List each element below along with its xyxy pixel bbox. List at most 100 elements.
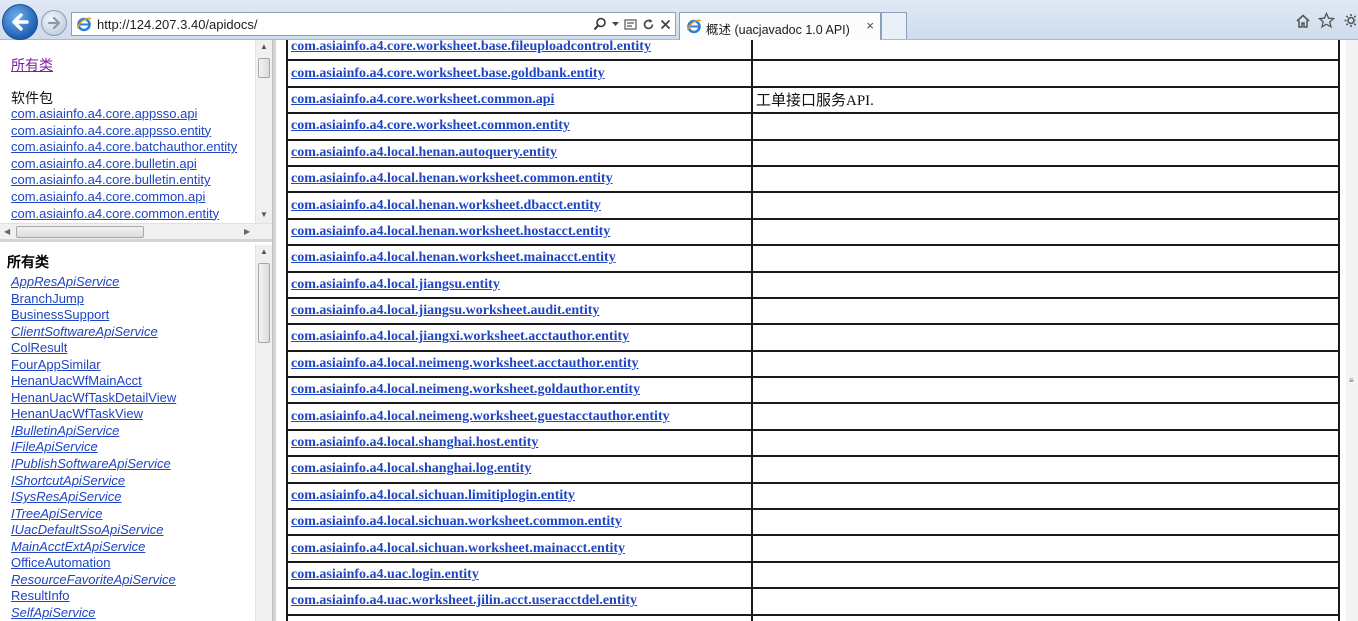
package-name-cell: com.asiainfo.a4.local.henan.worksheet.ho… (286, 217, 753, 247)
package-link[interactable]: com.asiainfo.a4.core.batchauthor.entity (11, 139, 255, 156)
package-link[interactable]: com.asiainfo.a4.local.henan.autoquery.en… (291, 145, 557, 160)
class-link[interactable]: HenanUacWfMainAcct (11, 373, 255, 390)
package-link[interactable]: com.asiainfo.a4.local.jiangxi.worksheet.… (291, 329, 629, 344)
class-link[interactable]: ITreeApiService (11, 506, 255, 523)
class-frame-vertical-scrollbar[interactable]: ▲ (255, 245, 272, 621)
package-link[interactable]: com.asiainfo.a4.local.henan.worksheet.ma… (291, 250, 616, 265)
table-row: com.asiainfo.a4.local.jiangsu.worksheet.… (286, 296, 1340, 326)
class-link[interactable]: ISysResApiService (11, 489, 255, 506)
package-link[interactable]: com.asiainfo.a4.core.bulletin.entity (11, 172, 255, 189)
class-link[interactable]: IFileApiService (11, 439, 255, 456)
main-frame-vertical-scrollbar[interactable]: ≡ (1346, 40, 1358, 621)
scroll-right-arrow-icon[interactable]: ▶ (244, 227, 250, 236)
close-tab-icon[interactable]: × (866, 18, 874, 33)
table-row: com.asiainfo.a4.local.henan.worksheet.co… (286, 164, 1340, 194)
class-link[interactable]: IBulletinApiService (11, 423, 255, 440)
package-link[interactable]: com.asiainfo.a4.local.neimeng.worksheet.… (291, 382, 640, 397)
scrollbar-thumb[interactable] (16, 226, 144, 238)
class-link[interactable]: SelfApiService (11, 605, 255, 621)
package-link[interactable]: com.asiainfo.a4.core.worksheet.base.gold… (291, 66, 605, 81)
class-link[interactable]: FourAppSimilar (11, 357, 255, 374)
package-description-cell: 工单接口服务API. (751, 85, 1340, 115)
class-link[interactable]: AppResApiService (11, 274, 255, 291)
scrollbar-thumb[interactable] (258, 263, 270, 343)
address-url[interactable]: http://124.207.3.40/apidocs/ (97, 17, 257, 32)
class-link[interactable]: HenanUacWfTaskDetailView (11, 390, 255, 407)
forward-button[interactable] (41, 10, 67, 36)
package-name-cell: com.asiainfo.a4.core.worksheet.common.en… (286, 112, 753, 141)
table-row: com.asiainfo.a4.core.worksheet.common.en… (286, 112, 1340, 141)
tab-overview[interactable]: 概述 (uacjavadoc 1.0 API) × (679, 12, 881, 40)
table-row: com.asiainfo.a4.local.henan.worksheet.ma… (286, 244, 1340, 273)
class-link[interactable]: ResourceFavoriteApiService (11, 572, 255, 589)
package-link[interactable]: com.asiainfo.a4.uac.login.entity (291, 567, 479, 582)
class-link[interactable]: IPublishSoftwareApiService (11, 456, 255, 473)
settings-gear-icon[interactable] (1342, 12, 1356, 29)
new-tab-button[interactable] (881, 12, 907, 39)
refresh-icon[interactable] (642, 18, 655, 31)
package-link[interactable]: com.asiainfo.a4.core.worksheet.common.ap… (291, 92, 554, 107)
class-link[interactable]: BusinessSupport (11, 307, 255, 324)
address-bar[interactable]: http://124.207.3.40/apidocs/ (71, 12, 676, 36)
package-link[interactable]: com.asiainfo.a4.core.common.api (11, 189, 255, 206)
package-link[interactable]: com.asiainfo.a4.local.sichuan.limitiplog… (291, 488, 575, 503)
package-name-cell: com.asiainfo.a4.uac.login.entity (286, 560, 753, 590)
ie-icon (76, 17, 92, 32)
search-icon[interactable] (593, 17, 607, 31)
package-description-cell (751, 244, 1340, 273)
all-classes-link[interactable]: 所有类 (11, 55, 53, 75)
package-link[interactable]: com.asiainfo.a4.local.jiangsu.entity (291, 277, 500, 292)
class-link[interactable]: ResultInfo (11, 588, 255, 605)
package-link[interactable]: com.asiainfo.a4.core.appsso.entity (11, 123, 255, 140)
package-link[interactable]: com.asiainfo.a4.core.worksheet.base.file… (291, 40, 651, 54)
dropdown-arrow-icon[interactable] (612, 19, 619, 29)
package-link[interactable]: com.asiainfo.a4.core.appsso.api (11, 106, 255, 123)
package-link[interactable]: com.asiainfo.a4.core.bulletin.api (11, 156, 255, 173)
package-name-cell: com.asiainfo.a4.local.neimeng.worksheet.… (286, 402, 753, 431)
package-name-cell: com.asiainfo.a4.core.worksheet.base.gold… (286, 59, 753, 88)
scroll-down-arrow-icon[interactable]: ▼ (260, 210, 268, 219)
scroll-left-arrow-icon[interactable]: ◀ (4, 227, 10, 236)
scroll-up-arrow-icon[interactable]: ▲ (260, 42, 268, 51)
table-row: com.asiainfo.a4.local.henan.worksheet.db… (286, 191, 1340, 220)
compatibility-view-icon[interactable] (624, 18, 637, 31)
package-frame-horizontal-scrollbar[interactable]: ◀ ▶ (0, 223, 272, 239)
home-icon[interactable] (1295, 13, 1311, 29)
package-link[interactable]: com.asiainfo.a4.core.common.entity (11, 206, 255, 223)
scroll-up-arrow-icon[interactable]: ▲ (260, 247, 268, 256)
package-link[interactable]: com.asiainfo.a4.local.sichuan.worksheet.… (291, 514, 622, 529)
package-name-cell: com.asiainfo.a4.local.jiangxi.worksheet.… (286, 323, 753, 352)
table-row: com.asiainfo.a4.uac.worksheet.jilin.acct… (286, 587, 1340, 616)
package-link[interactable]: com.asiainfo.a4.local.henan.worksheet.co… (291, 171, 613, 186)
stop-icon[interactable] (660, 19, 671, 30)
package-link[interactable]: com.asiainfo.a4.uac.worksheet.jilin.acct… (291, 593, 637, 608)
package-link[interactable]: com.asiainfo.a4.local.henan.worksheet.ho… (291, 224, 610, 239)
package-link[interactable]: com.asiainfo.a4.local.henan.worksheet.db… (291, 198, 601, 213)
package-link[interactable]: com.asiainfo.a4.core.worksheet.common.en… (291, 118, 570, 133)
class-link[interactable]: OfficeAutomation (11, 555, 255, 572)
back-button[interactable] (2, 4, 38, 40)
package-link[interactable]: com.asiainfo.a4.local.sichuan.worksheet.… (291, 541, 625, 556)
address-controls (593, 15, 671, 33)
package-link[interactable]: com.asiainfo.a4.local.shanghai.log.entit… (291, 461, 531, 476)
class-link[interactable]: HenanUacWfTaskView (11, 406, 255, 423)
package-link[interactable]: com.asiainfo.a4.local.jiangsu.worksheet.… (291, 303, 599, 318)
class-link[interactable]: ColResult (11, 340, 255, 357)
package-link[interactable]: com.asiainfo.a4.local.shanghai.host.enti… (291, 435, 538, 450)
scrollbar-grip-icon[interactable]: ≡ (1349, 376, 1354, 385)
package-link[interactable]: com.asiainfo.a4.local.neimeng.worksheet.… (291, 409, 670, 424)
scrollbar-thumb[interactable] (258, 58, 270, 78)
favorites-star-icon[interactable] (1318, 12, 1335, 29)
class-link[interactable]: IUacDefaultSsoApiService (11, 522, 255, 539)
table-row: com.asiainfo.a4.local.neimeng.worksheet.… (286, 349, 1340, 379)
package-link[interactable]: com.asiainfo.a4.local.neimeng.worksheet.… (291, 356, 639, 371)
class-link[interactable]: ClientSoftwareApiService (11, 324, 255, 341)
class-link[interactable]: MainAcctExtApiService (11, 539, 255, 556)
class-link[interactable]: IShortcutApiService (11, 473, 255, 490)
package-name-cell: com.asiainfo.a4.local.shanghai.host.enti… (286, 428, 753, 458)
package-description-cell (751, 217, 1340, 247)
package-frame-vertical-scrollbar[interactable]: ▲ ▼ (255, 40, 272, 223)
class-link[interactable]: BranchJump (11, 291, 255, 308)
package-name-cell: com.asiainfo.a4.local.henan.autoquery.en… (286, 138, 753, 167)
all-classes-heading: 所有类 (7, 254, 49, 270)
